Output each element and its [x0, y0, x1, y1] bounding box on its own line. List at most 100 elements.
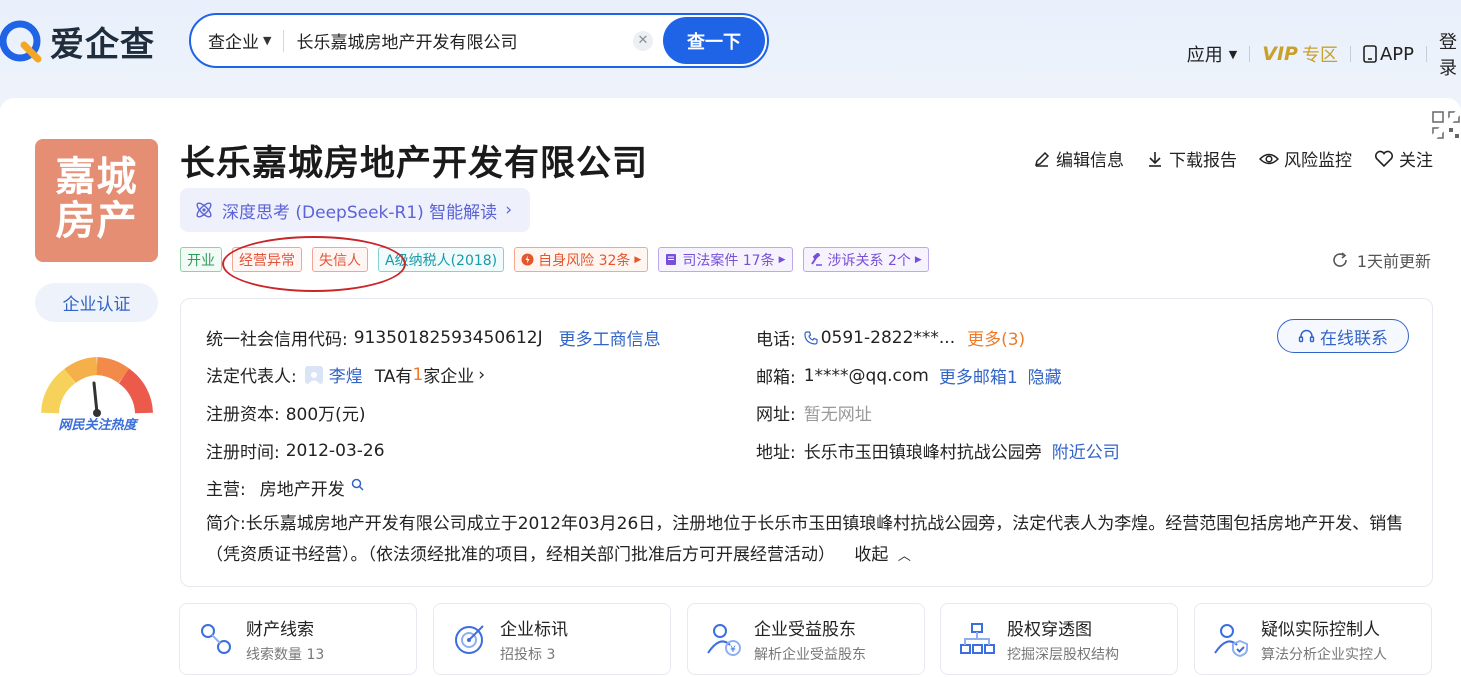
ta-suffix: 家企业 — [423, 367, 475, 387]
search-icon[interactable] — [351, 478, 364, 491]
quick-link-subtitle: 挖掘深层股权结构 — [1007, 647, 1119, 663]
legal-rep-row: 法定代表人: 李煌 TA有 1 家企业 › — [206, 362, 486, 388]
chevron-right-icon: › — [505, 200, 512, 220]
ta-companies[interactable]: TA有 1 家企业 › — [375, 362, 486, 388]
tag-litigation-relations[interactable]: 涉诉关系 2个 ▶ — [802, 247, 929, 272]
risk-shield-icon — [521, 253, 534, 266]
quick-link-asset-clues[interactable]: 财产线索 线索数量 13 — [179, 603, 417, 675]
hide-emails-link[interactable]: 隐藏 — [1028, 363, 1062, 388]
more-business-info-link[interactable]: 更多工商信息 — [559, 325, 661, 350]
phone-device-icon — [1363, 45, 1377, 63]
website-value: 暂无网址 — [803, 405, 872, 425]
clear-icon[interactable]: ✕ — [633, 30, 653, 51]
tag-self-risk-label: 自身风险 32条 — [538, 252, 631, 269]
nav-login[interactable]: 登录 — [1439, 28, 1461, 80]
status-tags: 开业 经营异常 失信人 A级纳税人(2018) 自身风险 32条 ▶ 司法案件 … — [180, 247, 939, 272]
org-chart-icon — [960, 623, 995, 654]
quick-link-title: 企业受益股东 — [754, 620, 856, 640]
search-button[interactable]: 查一下 — [663, 17, 765, 64]
nearby-companies-link[interactable]: 附近公司 — [1052, 438, 1120, 463]
quick-link-actual-controller[interactable]: 疑似实际控制人 算法分析企业实控人 — [1194, 603, 1432, 675]
search-type-select[interactable]: 查企业 ▼ — [191, 15, 271, 66]
site-logo[interactable]: 爱企查 — [0, 14, 155, 68]
enterprise-cert-button[interactable]: 企业认证 — [35, 283, 158, 322]
vip-zone-label: 专区 — [1301, 45, 1338, 66]
nav-apps-label: 应用 — [1186, 45, 1223, 66]
company-logo-line1: 嘉城 — [55, 154, 138, 200]
credit-code-row: 统一社会信用代码: 91350182593450612J 更多工商信息 — [206, 325, 661, 351]
qr-code-icon[interactable] — [1431, 110, 1461, 140]
caret-right-icon: ▶ — [634, 254, 642, 265]
update-status[interactable]: 1天前更新 — [1331, 248, 1431, 272]
email-label: 邮箱: — [756, 368, 796, 388]
book-icon — [666, 254, 677, 265]
asset-clue-icon — [201, 624, 231, 654]
tag-judicial-label: 司法案件 17条 — [682, 252, 775, 269]
collapse-link[interactable]: 收起 ︿ — [854, 545, 910, 565]
tag-open: 开业 — [180, 247, 222, 272]
company-card: 嘉城 房产 企业认证 网民关注热度 长乐嘉城房地产开发有限公司 深度思考 (De… — [0, 98, 1461, 677]
reg-time-value: 2012-03-26 — [285, 440, 385, 461]
heat-label: 网民关注热度 — [58, 418, 137, 433]
capital-value: 800万(元) — [285, 405, 366, 425]
nav-apps[interactable]: 应用 ▼ — [1187, 41, 1237, 67]
risk-monitor-button[interactable]: 风险监控 — [1259, 146, 1352, 171]
quick-link-beneficial-owners[interactable]: ¥ 企业受益股东 解析企业受益股东 — [687, 603, 925, 675]
quick-link-title: 企业标讯 — [500, 620, 568, 640]
quick-link-title: 股权穿透图 — [1007, 620, 1092, 640]
tag-dishonest-person[interactable]: 失信人 — [312, 247, 368, 272]
search-input[interactable] — [296, 30, 633, 51]
download-icon — [1149, 151, 1161, 167]
shareholder-icon: ¥ — [707, 624, 741, 656]
follow-label: 关注 — [1399, 151, 1433, 171]
edit-info-button[interactable]: 编辑信息 — [1033, 146, 1124, 171]
company-logo: 嘉城 房产 — [35, 139, 158, 262]
quick-link-tender-news[interactable]: 企业标讯 招投标 3 — [433, 603, 671, 675]
quick-link-subtitle: 解析企业受益股东 — [754, 647, 866, 663]
main-business-row: 主营: 房地产开发 — [206, 475, 364, 500]
tag-judicial-cases[interactable]: 司法案件 17条 ▶ — [658, 247, 793, 272]
capital-row: 注册资本: 800万(元) — [206, 400, 365, 425]
ai-analysis-chip[interactable]: 深度思考 (DeepSeek-R1) 智能解读 › — [180, 188, 530, 232]
headset-icon — [1298, 329, 1315, 342]
online-contact-button[interactable]: 在线联系 — [1277, 319, 1409, 353]
credit-code-value: 91350182593450612J — [353, 327, 543, 348]
search-bar: 查企业 ▼ ✕ 查一下 — [189, 13, 769, 68]
phone-value: 0591-2822***... — [820, 327, 956, 348]
chevron-up-icon: ︿ — [897, 549, 911, 564]
nav-vip-zone[interactable]: VIP 专区 — [1262, 41, 1338, 67]
phone-row: 电话: 0591-2822***... 更多(3) — [756, 325, 1025, 351]
legal-rep-link[interactable]: 李煌 — [329, 362, 363, 387]
address-row: 地址: 长乐市玉田镇琅峰村抗战公园旁 附近公司 — [756, 438, 1120, 463]
email-value: 1****@qq.com — [803, 365, 929, 386]
tag-taxpayer-grade[interactable]: A级纳税人(2018) — [378, 247, 505, 272]
chevron-right-icon: › — [478, 364, 486, 385]
caret-right-icon: ▶ — [778, 254, 786, 265]
download-report-button[interactable]: 下载报告 — [1146, 146, 1237, 171]
main-business-label: 主营: — [206, 480, 246, 500]
quick-link-subtitle: 招投标 3 — [500, 647, 556, 663]
address-label: 地址: — [756, 443, 796, 463]
nav-divider — [1249, 46, 1251, 62]
intro-text: 长乐嘉城房地产开发有限公司成立于2012年03月26日，注册地位于长乐市玉田镇琅… — [206, 514, 1404, 565]
more-emails-link[interactable]: 更多邮箱1 — [939, 363, 1018, 388]
download-report-label: 下载报告 — [1169, 151, 1237, 171]
nav-divider — [1426, 46, 1427, 62]
follow-button[interactable]: 关注 — [1374, 146, 1433, 171]
more-phones-link[interactable]: 更多(3) — [967, 325, 1025, 350]
ai-analysis-label: 深度思考 (DeepSeek-R1) 智能解读 — [222, 202, 498, 223]
legal-rep-label: 法定代表人: — [206, 367, 297, 387]
search-divider — [283, 29, 285, 52]
atom-icon — [196, 202, 212, 218]
phone-label: 电话: — [756, 330, 796, 350]
website-row: 网址: 暂无网址 — [756, 400, 872, 425]
update-label: 1天前更新 — [1356, 252, 1431, 271]
quick-link-subtitle: 线索数量 13 — [246, 647, 325, 663]
person-avatar — [304, 365, 323, 384]
caret-right-icon: ▶ — [914, 254, 922, 265]
quick-link-equity-penetration[interactable]: 股权穿透图 挖掘深层股权结构 — [940, 603, 1178, 675]
nav-app[interactable]: APP — [1363, 44, 1414, 65]
tag-self-risk[interactable]: 自身风险 32条 ▶ — [514, 247, 649, 272]
tag-abnormal-operation[interactable]: 经营异常 — [232, 247, 302, 272]
address-value: 长乐市玉田镇琅峰村抗战公园旁 — [803, 443, 1042, 463]
